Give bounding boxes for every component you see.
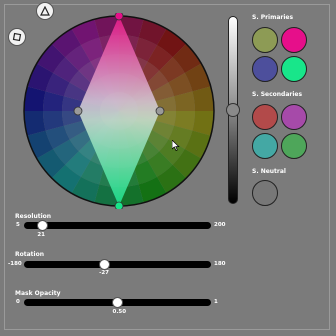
mouse-cursor-icon	[172, 140, 180, 151]
resolution-value: 21	[37, 232, 45, 238]
rotation-slider-track[interactable]	[24, 261, 211, 268]
value-slider-knob[interactable]	[226, 103, 240, 117]
harmony-handle[interactable]	[114, 201, 124, 209]
resolution-slider-knob[interactable]	[36, 220, 48, 231]
mask-opacity-slider-knob[interactable]	[112, 297, 123, 308]
primary-swatch-4[interactable]	[281, 56, 307, 82]
rotation-label: Rotation	[15, 251, 44, 258]
resolution-label: Resolution	[15, 213, 52, 220]
neutral-label: S. Neutral	[252, 168, 286, 175]
primaries-label: S. Primaries	[252, 14, 294, 21]
harmony-handle[interactable]	[155, 106, 165, 116]
color-wheel[interactable]	[21, 13, 217, 209]
neutral-swatch[interactable]	[252, 180, 278, 206]
resolution-max: 200	[214, 222, 226, 228]
mask-opacity-value: 0.50	[112, 309, 127, 315]
mask-opacity-max: 1	[214, 299, 218, 305]
secondary-swatch-3[interactable]	[252, 133, 278, 159]
secondaries-label: S. Secondaries	[252, 91, 303, 98]
harmony-handle[interactable]	[73, 106, 83, 116]
mask-opacity-label: Mask Opacity	[15, 290, 61, 297]
rotation-slider-knob[interactable]	[98, 259, 110, 270]
primary-swatch-1[interactable]	[252, 27, 278, 53]
secondary-swatch-1[interactable]	[252, 104, 278, 130]
rotation-value: -27	[99, 270, 109, 276]
primary-swatch-3[interactable]	[252, 56, 278, 82]
rotation-min: -180	[8, 261, 22, 267]
harmony-handle[interactable]	[114, 13, 124, 21]
rotation-max: 180	[214, 261, 226, 267]
secondary-swatch-4[interactable]	[281, 133, 307, 159]
mask-opacity-min: 0	[16, 299, 20, 305]
primary-swatch-2[interactable]	[281, 27, 307, 53]
resolution-min: 5	[16, 222, 20, 228]
secondary-swatch-2[interactable]	[281, 104, 307, 130]
resolution-slider-track[interactable]	[24, 222, 211, 229]
